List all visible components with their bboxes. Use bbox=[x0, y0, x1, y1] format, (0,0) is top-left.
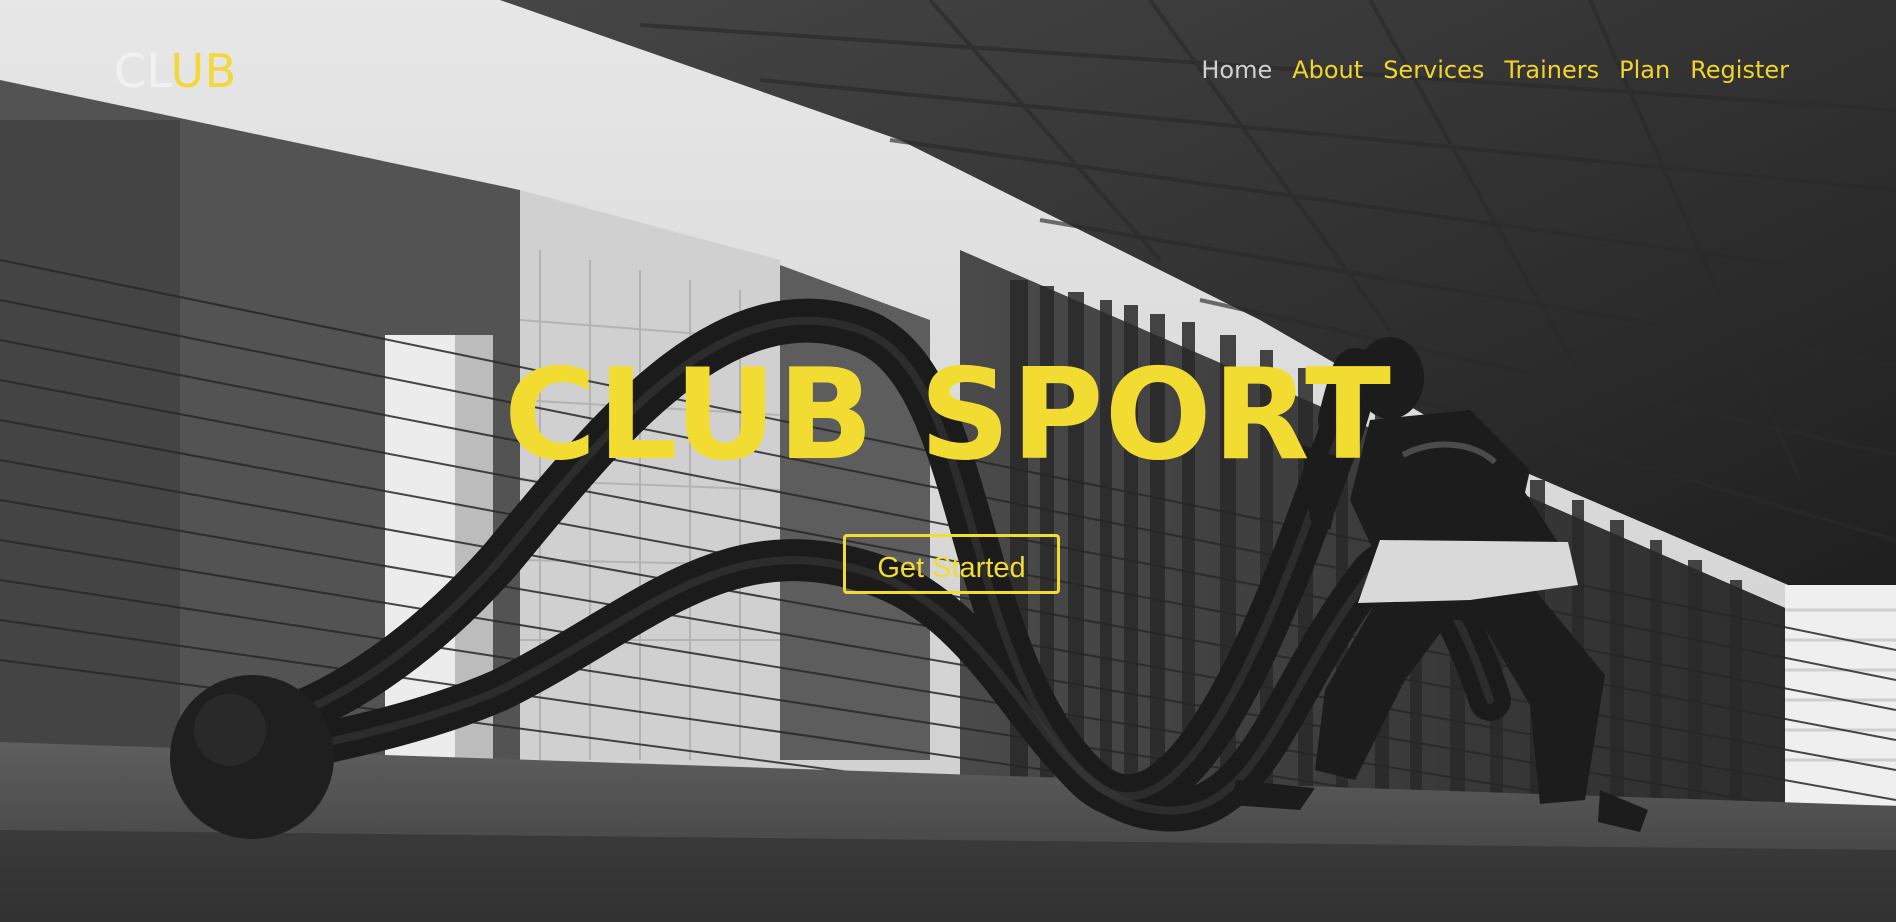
hero-section: CLUB Home About Services Trainers Plan R… bbox=[0, 0, 1896, 922]
nav-trainers[interactable]: Trainers bbox=[1504, 58, 1599, 82]
main-navigation: Home About Services Trainers Plan Regist… bbox=[1201, 58, 1789, 82]
nav-about[interactable]: About bbox=[1292, 58, 1363, 82]
nav-plan[interactable]: Plan bbox=[1619, 58, 1670, 82]
logo-text-white: CL bbox=[114, 44, 171, 98]
hero-title: CLUB SPORT bbox=[503, 341, 1392, 488]
nav-services[interactable]: Services bbox=[1383, 58, 1484, 82]
logo-text-yellow: UB bbox=[170, 44, 237, 98]
site-logo[interactable]: CLUB bbox=[114, 48, 237, 94]
nav-register[interactable]: Register bbox=[1690, 58, 1789, 82]
get-started-button[interactable]: Get Started bbox=[843, 534, 1060, 594]
nav-home[interactable]: Home bbox=[1201, 58, 1272, 82]
